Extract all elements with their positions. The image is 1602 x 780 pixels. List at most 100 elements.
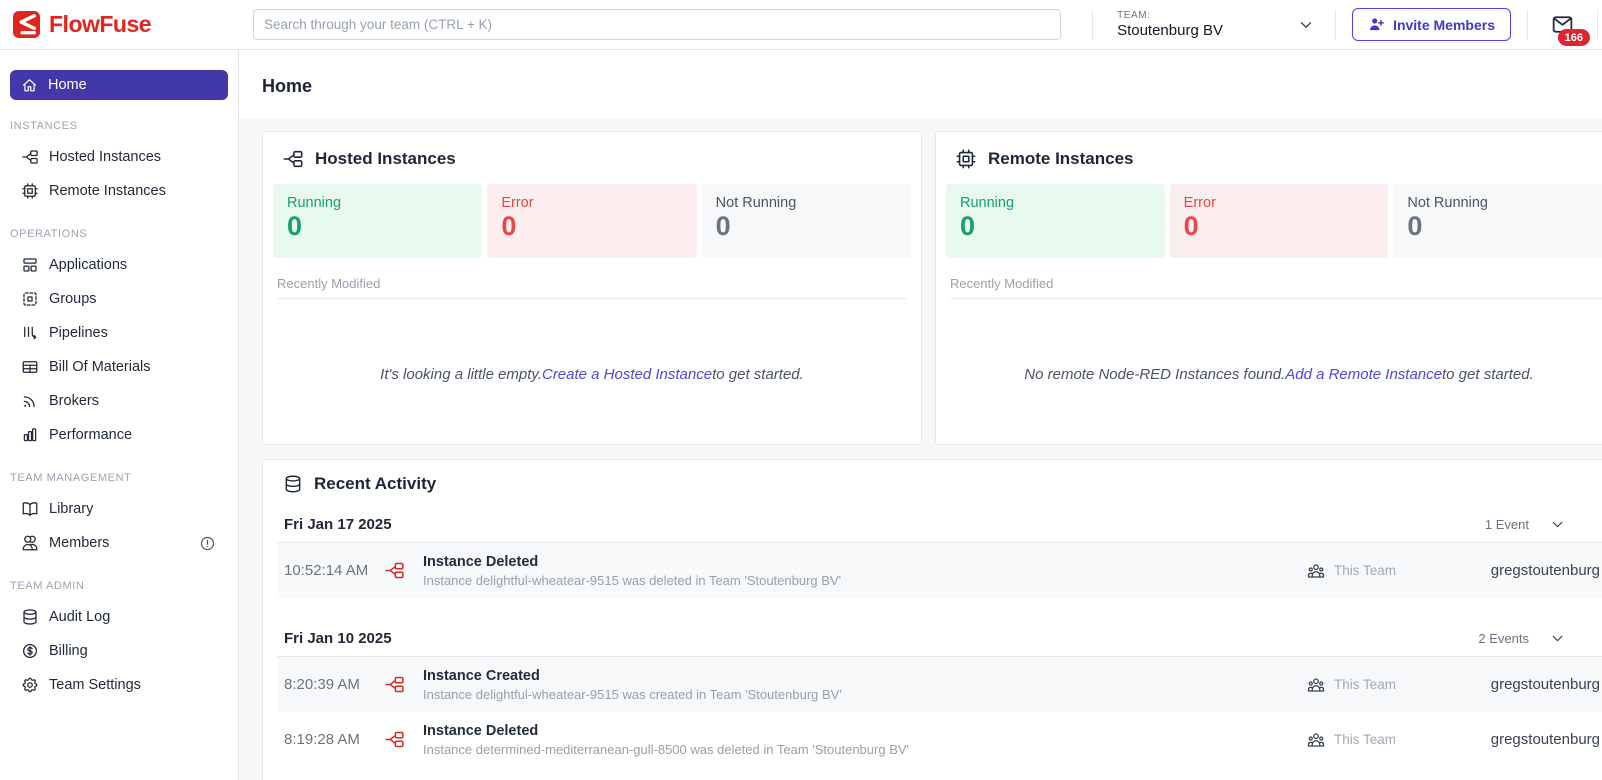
sidebar-item-label: Groups — [49, 291, 97, 307]
sidebar-item-audit-log[interactable]: Audit Log — [0, 600, 238, 634]
sidebar-item-label: Team Settings — [49, 677, 141, 693]
header-divider — [1597, 9, 1598, 40]
chart-bar-icon — [21, 426, 39, 444]
invite-members-label: Invite Members — [1393, 16, 1495, 33]
sidebar-item-label: Members — [49, 535, 110, 551]
book-open-icon — [21, 500, 39, 518]
event-description: Instance delightful-wheatear-9515 was de… — [423, 572, 842, 588]
card-title: Remote Instances — [988, 149, 1134, 168]
brand-name: FlowFuse — [49, 11, 152, 37]
page-title: Home — [262, 76, 313, 96]
brand-logo[interactable]: FlowFuse — [0, 11, 239, 38]
sidebar-item-library[interactable]: Library — [0, 492, 238, 526]
stat-running[interactable]: Running 0 — [946, 184, 1165, 258]
chevron-down-icon[interactable] — [1297, 16, 1315, 34]
team-name: Stoutenburg BV — [1117, 22, 1223, 39]
stat-label: Error — [501, 195, 534, 211]
empty-state-text: It's looking a little empty. — [380, 365, 542, 383]
sidebar-item-groups[interactable]: Groups — [0, 282, 238, 316]
activity-group: Fri Jan 17 2025 1 Event 10:52:14 AM Inst… — [277, 510, 1602, 598]
event-time: 8:20:39 AM — [284, 676, 360, 693]
user-group-icon — [1307, 676, 1325, 694]
sidebar-item-label: Remote Instances — [49, 183, 166, 199]
search-input[interactable] — [253, 9, 1061, 40]
stat-running[interactable]: Running 0 — [273, 184, 483, 258]
sidebar-item-hosted-instances[interactable]: Hosted Instances — [0, 140, 238, 174]
sidebar-section-team-management: TEAM MANAGEMENT — [10, 472, 132, 484]
recently-modified-label: Recently Modified — [950, 276, 1602, 299]
chevron-down-icon[interactable] — [1549, 516, 1566, 533]
event-user: gregstoutenburg — [1490, 676, 1600, 693]
team-label: TEAM: — [1117, 10, 1151, 21]
invite-members-button[interactable]: Invite Members — [1352, 8, 1511, 41]
database-icon — [283, 474, 303, 494]
sidebar-item-label: Billing — [49, 643, 88, 659]
stat-value: 0 — [501, 211, 517, 241]
top-header: FlowFuse TEAM: Stoutenburg BV Invite Mem… — [0, 0, 1602, 50]
currency-dollar-icon — [21, 642, 39, 660]
event-scope: This Team — [1333, 563, 1396, 578]
stat-error[interactable]: Error 0 — [487, 184, 697, 258]
collection-icon — [21, 256, 39, 274]
flowfuse-logo-icon — [13, 11, 40, 38]
user-group-icon — [1307, 562, 1325, 580]
user-group-icon — [1307, 731, 1325, 749]
sidebar-item-remote-instances[interactable]: Remote Instances — [0, 174, 238, 208]
projects-icon — [384, 560, 405, 581]
event-time: 10:52:14 AM — [284, 562, 369, 579]
sidebar-item-brokers[interactable]: Brokers — [0, 384, 238, 418]
sidebar-item-applications[interactable]: Applications — [0, 248, 238, 282]
activity-group-date: Fri Jan 10 2025 — [284, 630, 392, 647]
event-time: 8:19:28 AM — [284, 731, 360, 748]
sidebar-item-label: Pipelines — [49, 325, 108, 341]
projects-icon — [384, 729, 405, 750]
sidebar-item-members[interactable]: Members — [0, 526, 238, 560]
sidebar-item-performance[interactable]: Performance — [0, 418, 238, 452]
empty-state: No remote Node-RED Instances found. Add … — [946, 299, 1602, 449]
team-selector[interactable]: TEAM: Stoutenburg BV — [1117, 10, 1315, 39]
stat-error[interactable]: Error 0 — [1169, 184, 1389, 258]
event-scope: This Team — [1333, 677, 1396, 692]
create-hosted-instance-link[interactable]: Create a Hosted Instance — [542, 366, 712, 383]
exclamation-circle-icon — [199, 535, 216, 552]
remote-instances-card: Remote Instances Running 0 Error 0 Not R… — [935, 131, 1602, 445]
event-scope: This Team — [1333, 732, 1396, 747]
event-description: Instance determined-mediterranean-gull-8… — [423, 741, 910, 757]
header-divider — [1092, 9, 1094, 40]
sidebar-item-billing[interactable]: Billing — [0, 634, 238, 668]
chip-icon — [955, 148, 977, 170]
header-divider — [1335, 9, 1337, 40]
stat-label: Not Running — [715, 195, 797, 211]
stat-label: Not Running — [1407, 195, 1488, 211]
sidebar-item-bill-of-materials[interactable]: Bill Of Materials — [0, 350, 238, 384]
empty-state-text: to get started. — [1442, 365, 1534, 383]
sidebar-item-label: Performance — [49, 427, 133, 443]
table-icon — [21, 358, 39, 376]
stat-label: Error — [1183, 195, 1216, 211]
sidebar-item-label: Home — [48, 77, 87, 93]
database-icon — [21, 608, 39, 626]
projects-icon — [384, 674, 405, 695]
stat-label: Running — [287, 195, 342, 211]
sidebar-item-team-settings[interactable]: Team Settings — [0, 668, 238, 702]
event-title: Instance Created — [423, 667, 540, 684]
sidebar-item-home[interactable]: Home — [10, 70, 228, 100]
activity-event-row: 8:20:39 AM Instance Created Instance del… — [277, 657, 1602, 712]
recently-modified-label: Recently Modified — [277, 276, 907, 299]
sidebar-section-team-admin: TEAM ADMIN — [10, 580, 85, 592]
chevron-down-icon[interactable] — [1549, 630, 1566, 647]
empty-state-text: No remote Node-RED Instances found. — [1024, 365, 1286, 383]
stat-not-running[interactable]: Not Running 0 — [701, 184, 911, 258]
add-remote-instance-link[interactable]: Add a Remote Instance — [1285, 366, 1442, 383]
activity-group-count: 2 Events — [1478, 631, 1529, 646]
object-group-icon — [21, 290, 39, 308]
sidebar-item-label: Hosted Instances — [49, 149, 162, 165]
recent-activity-title: Recent Activity — [314, 474, 437, 493]
notifications-button[interactable]: 166 — [1550, 12, 1590, 46]
stat-value: 0 — [1183, 211, 1199, 241]
sidebar-item-pipelines[interactable]: Pipelines — [0, 316, 238, 350]
activity-event-row: 8:19:28 AM Instance Deleted Instance det… — [277, 712, 1602, 767]
sidebar-item-label: Audit Log — [49, 609, 111, 625]
stat-not-running[interactable]: Not Running 0 — [1393, 184, 1602, 258]
recent-activity-card: Recent Activity Fri Jan 17 2025 1 Event … — [262, 459, 1602, 780]
